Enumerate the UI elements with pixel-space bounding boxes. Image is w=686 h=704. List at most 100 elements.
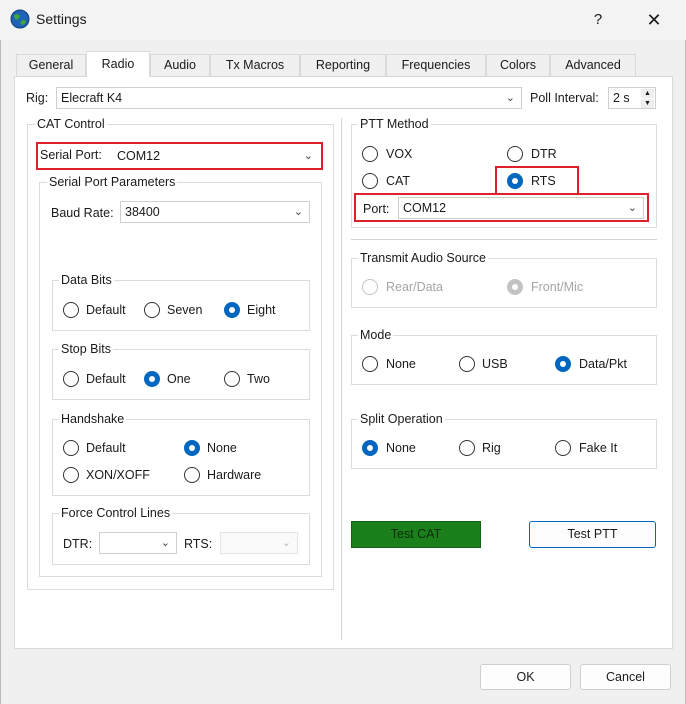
- tab-general[interactable]: General: [16, 54, 86, 76]
- tab-frequencies[interactable]: Frequencies: [386, 54, 486, 76]
- section-divider: [351, 239, 657, 240]
- spin-down-icon[interactable]: ▼: [641, 99, 654, 108]
- chevron-down-icon: ⌄: [160, 537, 170, 549]
- data-bits-eight-radio[interactable]: [224, 302, 240, 318]
- dtr-select[interactable]: ⌄: [99, 532, 177, 554]
- force-control-lines-title: Force Control Lines: [59, 506, 173, 520]
- tab-reporting[interactable]: Reporting: [300, 54, 386, 76]
- rig-select[interactable]: Elecraft K4 ⌄: [56, 87, 522, 109]
- mode-title: Mode: [358, 328, 394, 342]
- handshake-none-label: None: [207, 441, 237, 455]
- cat-control-title: CAT Control: [35, 117, 107, 131]
- tab-advanced[interactable]: Advanced: [550, 54, 636, 76]
- transmit-audio-source-title: Transmit Audio Source: [358, 251, 488, 265]
- data-bits-title: Data Bits: [59, 273, 114, 287]
- handshake-hardware-radio[interactable]: [184, 467, 200, 483]
- stop-bits-title: Stop Bits: [59, 342, 114, 356]
- poll-interval-value: 2 s: [613, 91, 630, 105]
- chevron-down-icon: ⌄: [505, 92, 515, 104]
- tab-radio[interactable]: Radio: [86, 51, 150, 77]
- help-button[interactable]: ?: [586, 8, 610, 32]
- ptt-method-title: PTT Method: [358, 117, 431, 131]
- tab-colors[interactable]: Colors: [486, 54, 550, 76]
- cancel-button[interactable]: Cancel: [580, 664, 671, 690]
- app-globe-icon: [10, 9, 30, 29]
- column-divider: [341, 118, 342, 640]
- mode-none-radio[interactable]: [362, 356, 378, 372]
- ptt-rts-label: RTS: [531, 174, 556, 188]
- stop-bits-two-radio[interactable]: [224, 371, 240, 387]
- dtr-label: DTR:: [63, 537, 93, 551]
- data-bits-seven-label: Seven: [167, 303, 203, 317]
- stop-bits-one-radio[interactable]: [144, 371, 160, 387]
- stop-bits-two-label: Two: [247, 372, 270, 386]
- poll-interval-label: Poll Interval:: [530, 91, 599, 105]
- handshake-hardware-label: Hardware: [207, 468, 262, 482]
- split-fake-it-radio[interactable]: [555, 440, 571, 456]
- ptt-dtr-label: DTR: [531, 147, 557, 161]
- ptt-port-select[interactable]: COM12 ⌄: [398, 197, 644, 219]
- ptt-cat-radio[interactable]: [362, 173, 378, 189]
- split-none-radio[interactable]: [362, 440, 378, 456]
- ptt-dtr-radio[interactable]: [507, 146, 523, 162]
- split-none-label: None: [386, 441, 416, 455]
- handshake-title: Handshake: [59, 412, 127, 426]
- rts-select[interactable]: ⌄: [220, 532, 298, 554]
- handshake-group: [52, 419, 310, 496]
- serial-port-parameters-title: Serial Port Parameters: [47, 175, 178, 189]
- ptt-rts-radio[interactable]: [507, 173, 523, 189]
- mode-data-pkt-label: Data/Pkt: [579, 357, 627, 371]
- tas-rear-data-label: Rear/Data: [386, 280, 443, 294]
- tas-rear-data-radio[interactable]: [362, 279, 378, 295]
- mode-data-pkt-radio[interactable]: [555, 356, 571, 372]
- ptt-cat-label: CAT: [386, 174, 411, 188]
- handshake-xonxoff-label: XON/XOFF: [86, 468, 150, 482]
- chevron-down-icon: ⌄: [303, 150, 313, 162]
- rig-value: Elecraft K4: [61, 91, 123, 105]
- split-rig-radio[interactable]: [459, 440, 475, 456]
- mode-usb-radio[interactable]: [459, 356, 475, 372]
- handshake-xonxoff-radio[interactable]: [63, 467, 79, 483]
- chevron-down-icon: ⌄: [293, 206, 303, 218]
- rts-label: RTS:: [184, 537, 213, 551]
- serial-port-label: Serial Port:: [40, 148, 102, 162]
- ptt-port-label: Port:: [363, 202, 390, 216]
- split-rig-label: Rig: [482, 441, 501, 455]
- ptt-port-value: COM12: [403, 201, 447, 215]
- data-bits-eight-label: Eight: [247, 303, 276, 317]
- stop-bits-default-label: Default: [86, 372, 126, 386]
- split-operation-title: Split Operation: [358, 412, 445, 426]
- chevron-down-icon: ⌄: [627, 202, 637, 214]
- data-bits-seven-radio[interactable]: [144, 302, 160, 318]
- data-bits-default-label: Default: [86, 303, 126, 317]
- tab-tx-macros[interactable]: Tx Macros: [210, 54, 300, 76]
- data-bits-default-radio[interactable]: [63, 302, 79, 318]
- spin-up-icon[interactable]: ▲: [641, 89, 654, 98]
- mode-usb-label: USB: [482, 357, 508, 371]
- title-bar: [0, 0, 686, 40]
- ok-button[interactable]: OK: [480, 664, 571, 690]
- poll-interval-spinbox[interactable]: 2 s ▲ ▼: [608, 87, 656, 109]
- tab-audio[interactable]: Audio: [150, 54, 210, 76]
- stop-bits-one-label: One: [167, 372, 191, 386]
- test-ptt-button[interactable]: Test PTT: [529, 521, 656, 548]
- split-fake-it-label: Fake It: [579, 441, 618, 455]
- serial-port-select[interactable]: COM12 ⌄: [112, 145, 320, 167]
- ptt-vox-label: VOX: [386, 147, 413, 161]
- chevron-down-icon: ⌄: [281, 537, 291, 549]
- stop-bits-default-radio[interactable]: [63, 371, 79, 387]
- handshake-none-radio[interactable]: [184, 440, 200, 456]
- tas-front-mic-radio[interactable]: [507, 279, 523, 295]
- tas-front-mic-label: Front/Mic: [531, 280, 584, 294]
- handshake-default-label: Default: [86, 441, 126, 455]
- close-button[interactable]: ✕: [642, 8, 666, 32]
- handshake-default-radio[interactable]: [63, 440, 79, 456]
- ptt-vox-radio[interactable]: [362, 146, 378, 162]
- baud-rate-label: Baud Rate:: [51, 206, 114, 220]
- test-cat-button[interactable]: Test CAT: [351, 521, 481, 548]
- window-title: Settings: [36, 11, 87, 27]
- baud-rate-select[interactable]: 38400 ⌄: [120, 201, 310, 223]
- baud-rate-value: 38400: [125, 205, 160, 219]
- serial-port-value: COM12: [117, 149, 161, 163]
- mode-none-label: None: [386, 357, 416, 371]
